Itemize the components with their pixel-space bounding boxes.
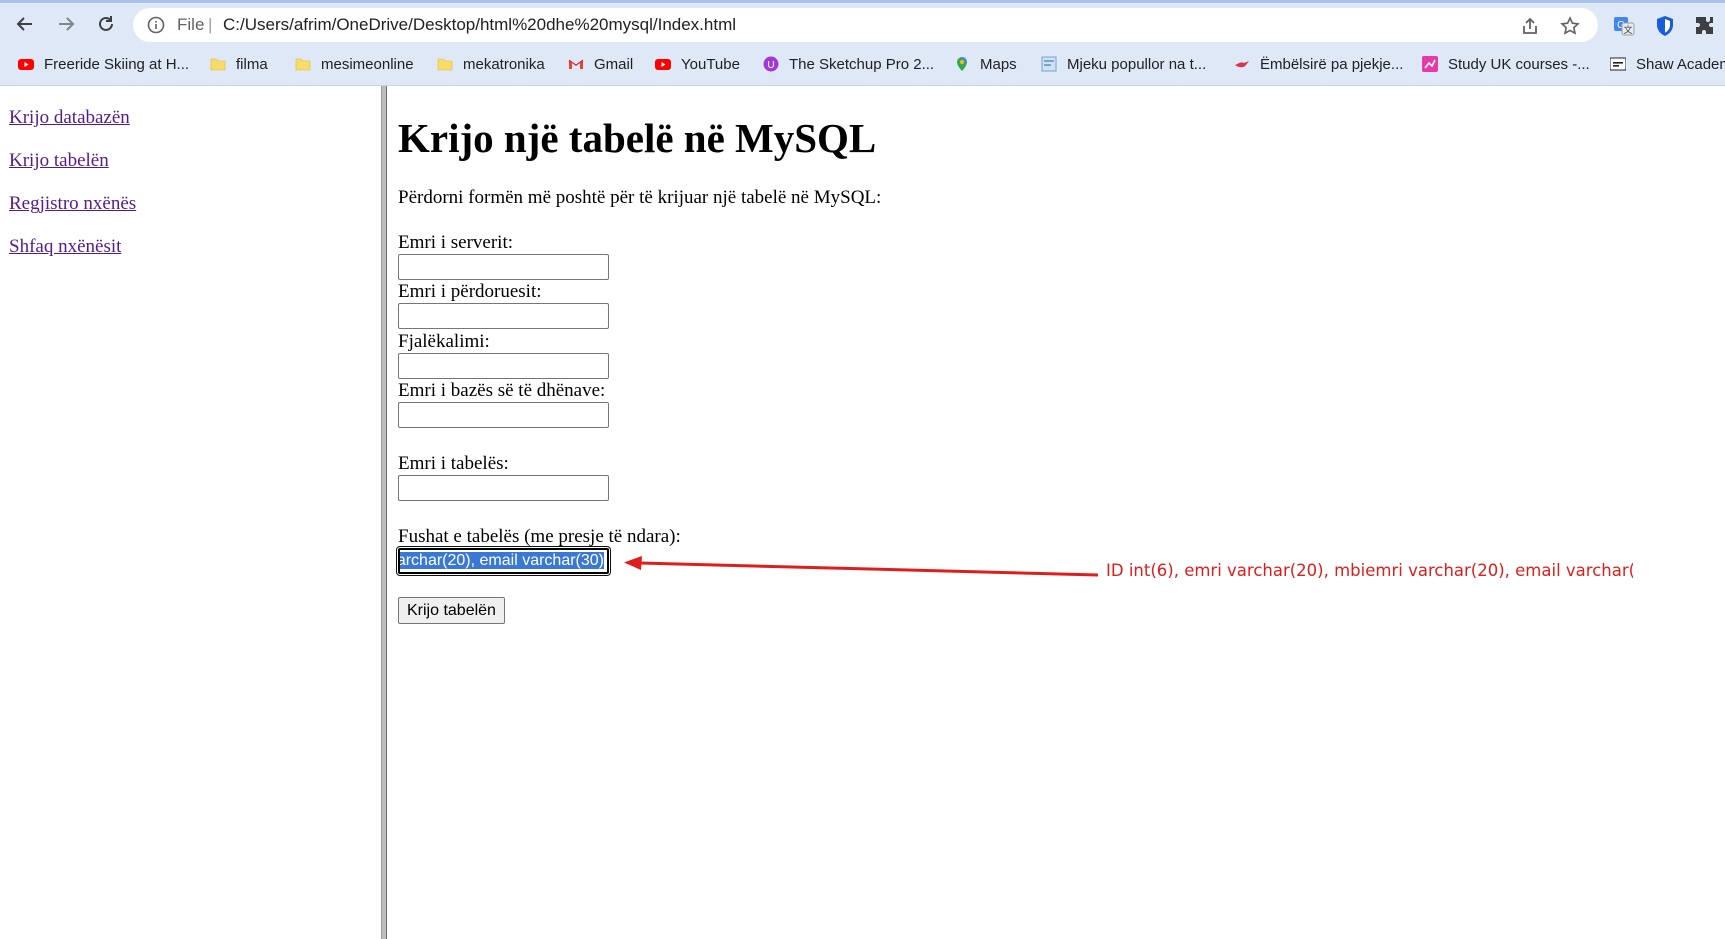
database-label: Emri i bazës së të dhënave: [398,380,606,401]
star-icon[interactable] [1560,16,1580,36]
forward-icon [59,17,75,31]
create-table-button[interactable]: Krijo tabelën [398,597,505,624]
bookmark-label: Freeride Skiing at H... [44,55,190,73]
bookmark-label: YouTube [681,55,740,73]
bookmark-label: filma [236,55,268,73]
bookmark-youtube[interactable]: YouTube [655,53,740,75]
bookmarks-bar: Freeride Skiing at H... filma mesimeonli… [0,45,1725,86]
link-shfaq-nxenesit[interactable]: Shfaq nxënësit [9,236,121,258]
bookmark-label: Study UK courses -... [1448,55,1590,73]
reload-button[interactable] [91,9,121,39]
content-frame: Krijo një tabelë në MySQL Përdorni formë… [388,86,1725,939]
maps-icon [957,57,967,71]
frame-divider[interactable] [381,86,387,939]
columns-input-selected-text: ID int(6), emri varchar(20), mbiemri var… [400,552,604,569]
bookmark-label: Shaw Academ [1636,55,1725,73]
youtube-icon [18,59,34,70]
folder-icon [295,58,311,71]
folder-icon [437,58,453,71]
user-input[interactable] [398,303,609,329]
url-separator: | [208,15,213,34]
page-title: Krijo një tabelë në MySQL [398,115,877,161]
info-icon[interactable] [147,16,165,34]
bookmark-study-uk[interactable]: Study UK courses -... [1422,53,1590,75]
annotation-arrow [624,556,1099,577]
extensions-icon[interactable] [1693,14,1717,38]
translate-icon[interactable]: G文 [1612,14,1636,38]
bookmark-mjeku[interactable]: Mjeku popullor na t... [1041,53,1206,75]
bookmark-mekatronika[interactable]: mekatronika [437,53,545,75]
svg-text:文: 文 [1623,24,1632,35]
bookmark-label: The Sketchup Pro 2... [789,55,935,73]
study-icon [1422,56,1438,72]
bookmark-embelsire[interactable]: Ëmbëlsirë pa pjekje... [1234,53,1403,75]
bookmark-label: Gmail [594,55,634,73]
address-bar[interactable]: File | C:/Users/afrim/OneDrive/Desktop/h… [133,8,1598,42]
shield-icon[interactable] [1653,14,1677,38]
navigation-frame: Krijo databazën Krijo tabelën Regjistro … [0,86,381,939]
back-button[interactable] [10,9,40,39]
link-krijo-tabelen[interactable]: Krijo tabelën [9,150,109,172]
reload-icon [99,16,113,31]
page-icon [1041,56,1057,72]
link-krijo-databazen[interactable]: Krijo databazën [9,107,130,129]
gmail-icon [568,59,584,69]
sketchup-icon: U [763,56,779,72]
intro-text: Përdorni formën më poshtë për të krijuar… [398,187,882,208]
bookmark-label: mesimeonline [321,55,414,73]
bookmark-mesimeonline[interactable]: mesimeonline [295,53,414,75]
database-input[interactable] [398,402,609,428]
bookmark-label: mekatronika [463,55,545,73]
bookmark-filma[interactable]: filma [210,53,268,75]
bookmark-label: Ëmbëlsirë pa pjekje... [1260,55,1404,73]
columns-label: Fushat e tabelës (me presje të ndara): [398,526,681,547]
bookmark-label: Maps [980,55,1017,73]
academy-icon [1610,57,1626,71]
bookmark-maps[interactable]: Maps [954,53,1017,75]
table-name-input[interactable] [398,475,609,501]
url-text[interactable]: C:/Users/afrim/OneDrive/Desktop/html%20d… [223,8,736,42]
user-label: Emri i përdoruesit: [398,281,542,302]
back-icon [16,17,32,31]
folder-icon [210,58,226,71]
bookmark-freeride[interactable]: Freeride Skiing at H... [18,53,189,75]
forward-button[interactable] [51,9,81,39]
annotation-text: ID int(6), emri varchar(20), mbiemri var… [1106,561,1633,580]
svg-text:U: U [767,60,774,71]
password-label: Fjalëkalimi: [398,331,490,352]
bookmark-sketchup[interactable]: U The Sketchup Pro 2... [763,53,934,75]
youtube-icon [655,59,671,70]
bookmark-gmail[interactable]: Gmail [568,53,633,75]
bookmark-shaw-academy[interactable]: Shaw Academ [1610,53,1725,75]
browser-toolbar: File | C:/Users/afrim/OneDrive/Desktop/h… [0,0,1725,45]
share-icon[interactable] [1520,16,1540,36]
columns-input[interactable]: ID int(6), emri varchar(20), mbiemri var… [397,547,610,575]
bookmark-label: Mjeku popullor na t... [1067,55,1207,73]
server-input[interactable] [398,254,609,280]
url-scheme: File [177,15,205,34]
server-label: Emri i serverit: [398,232,514,253]
table-name-label: Emri i tabelës: [398,453,509,474]
password-input[interactable] [398,353,609,379]
bird-icon [1235,61,1249,68]
link-regjistro-nxenes[interactable]: Regjistro nxënës [9,193,136,215]
